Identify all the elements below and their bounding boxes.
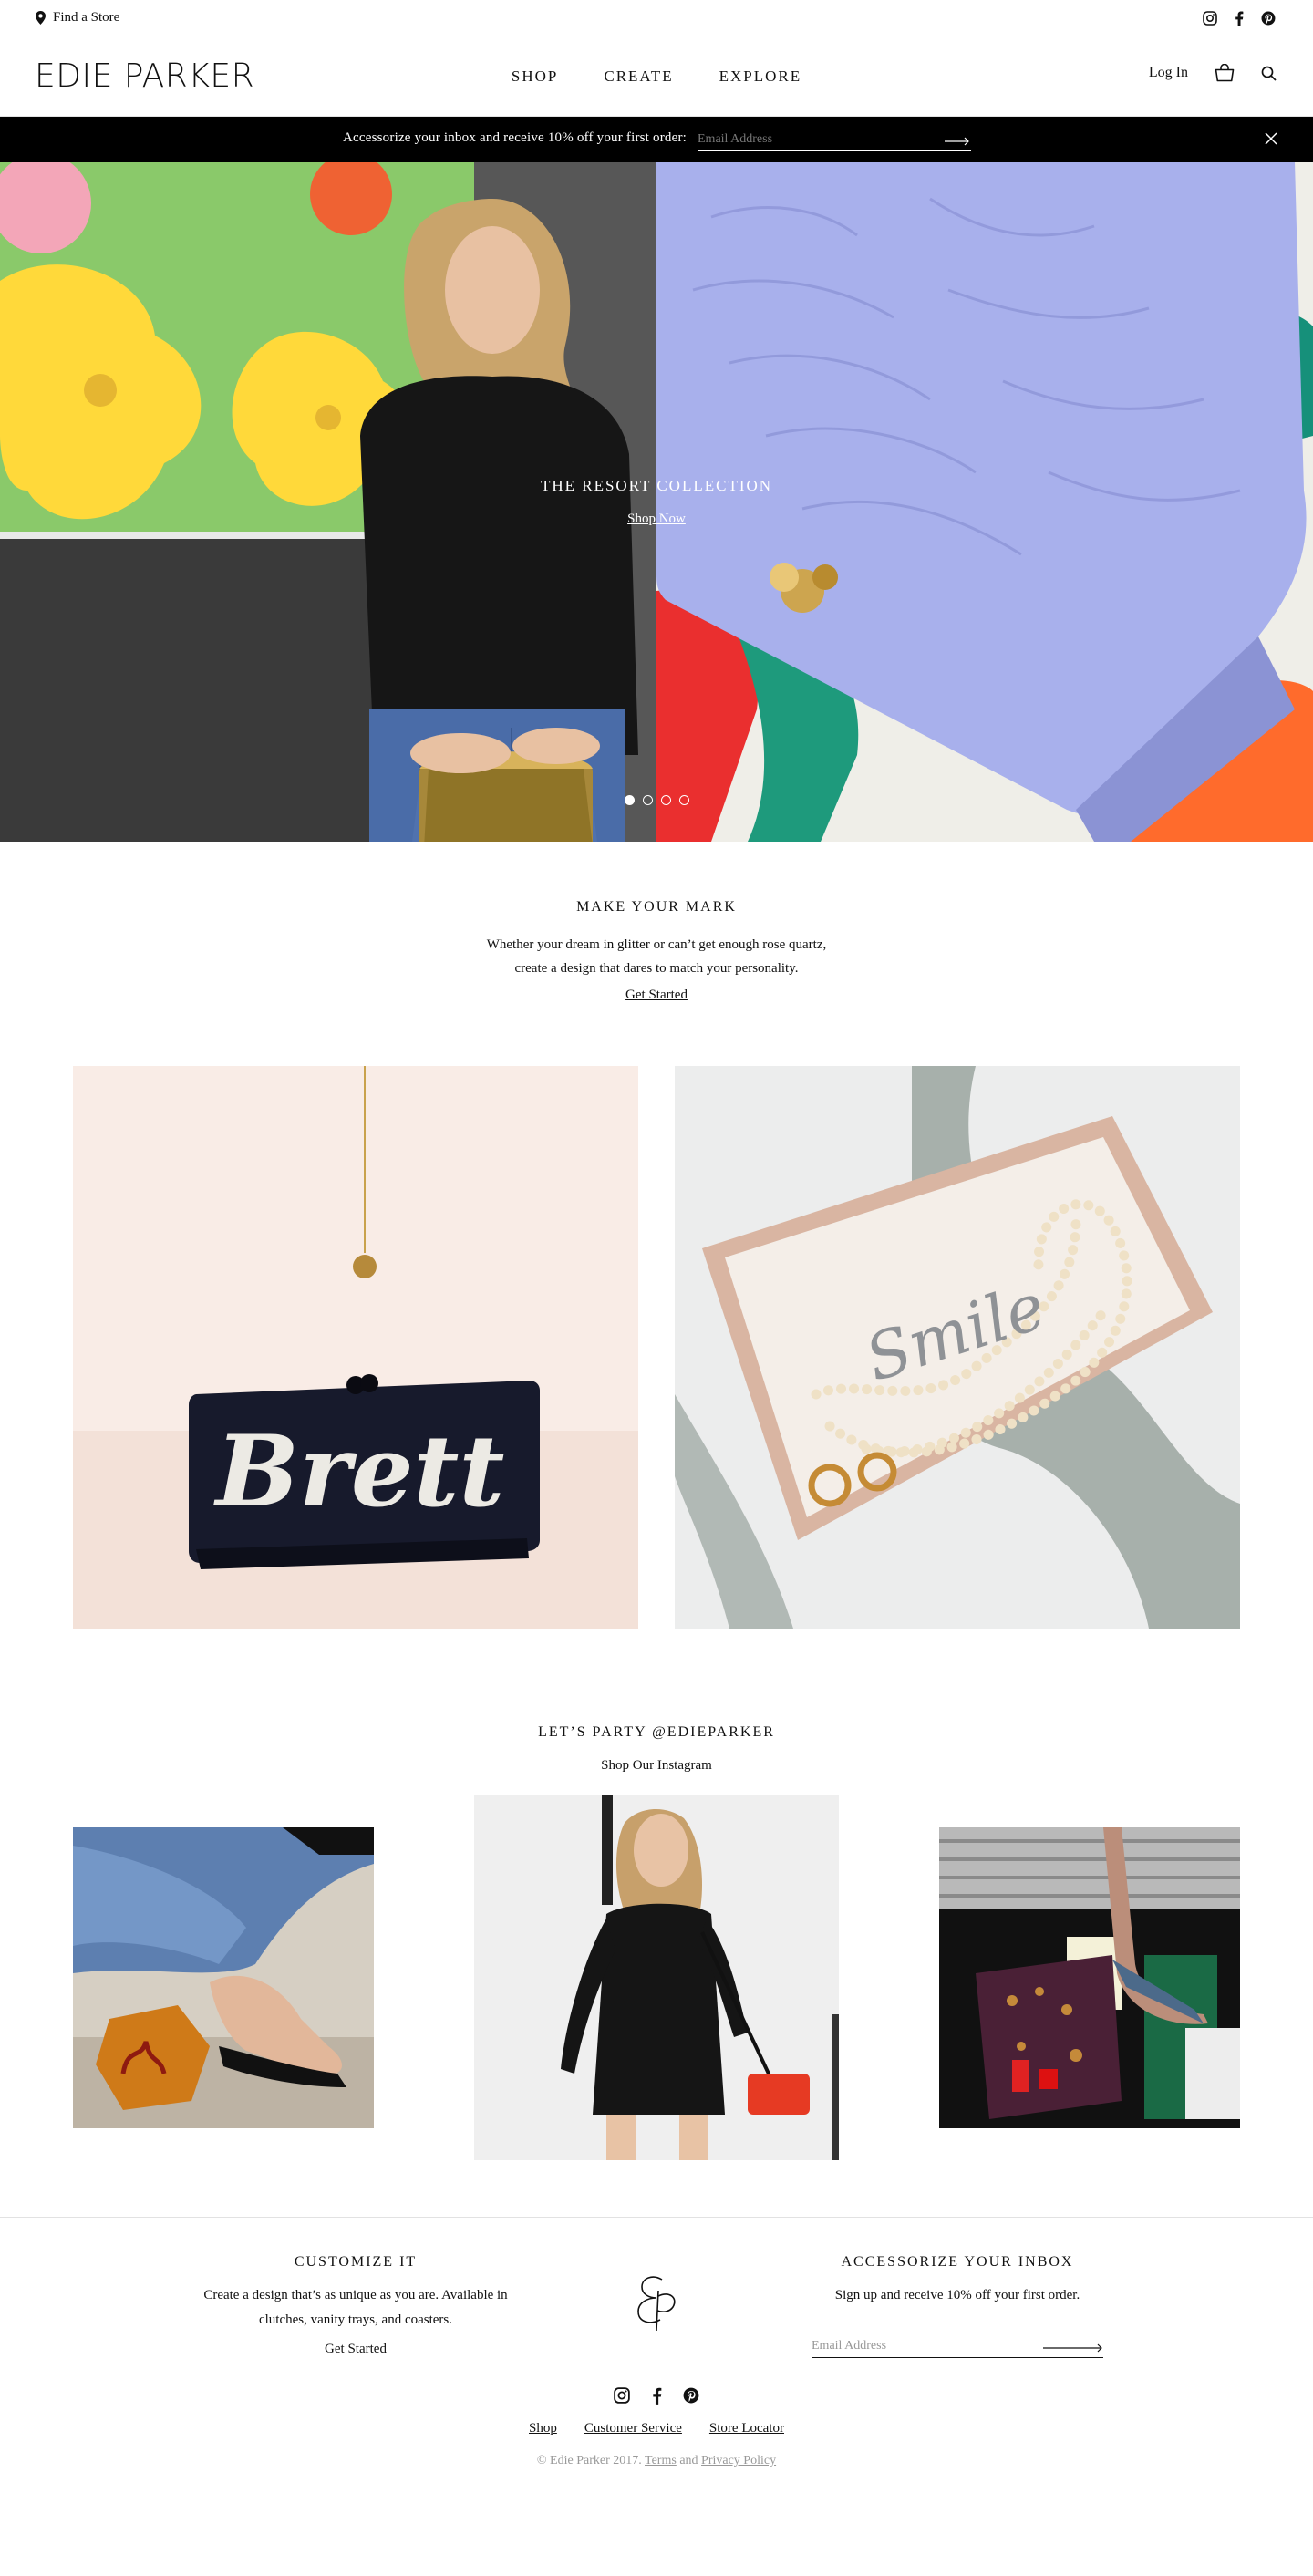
- footer-link-store-locator[interactable]: Store Locator: [709, 2421, 784, 2436]
- instagram-post-2[interactable]: [474, 1795, 839, 2160]
- make-your-mark-section: MAKE YOUR MARK Whether your dream in gli…: [0, 842, 1313, 1066]
- find-store-link[interactable]: Find a Store: [36, 10, 119, 26]
- ep-monogram-logo: [637, 2276, 676, 2332]
- instagram-subtitle[interactable]: Shop Our Instagram: [0, 1758, 1313, 1774]
- bag-icon[interactable]: [1214, 64, 1235, 82]
- main-nav: SHOP CREATE EXPLORE: [0, 67, 1313, 86]
- site-footer: CUSTOMIZE IT Create a design that’s as u…: [0, 2217, 1313, 2541]
- carousel-dot-4[interactable]: [679, 795, 689, 805]
- footer-social-links: [0, 2386, 1313, 2405]
- instagram-icon[interactable]: [613, 2386, 631, 2405]
- custom-product-grid: Brett Smile: [0, 1066, 1313, 1633]
- pinterest-icon[interactable]: [682, 2386, 700, 2405]
- carousel-dot-2[interactable]: [643, 795, 653, 805]
- hero-caption: THE RESORT COLLECTION Shop Now: [0, 477, 1313, 527]
- footer-customize-title: CUSTOMIZE IT: [294, 2254, 418, 2270]
- footer-customize-line-2: clutches, vanity trays, and coasters.: [258, 2312, 452, 2327]
- product-image-smile-vanity-tray[interactable]: Smile: [675, 1066, 1240, 1629]
- facebook-icon[interactable]: [647, 2386, 666, 2405]
- make-your-mark-body: Whether your dream in glitter or can’t g…: [0, 933, 1313, 980]
- facebook-icon[interactable]: [1231, 10, 1247, 26]
- make-your-mark-line-2: create a design that dares to match your…: [514, 961, 799, 976]
- footer-customize-block: CUSTOMIZE IT Create a design that’s as u…: [182, 2254, 529, 2357]
- carousel-dot-1[interactable]: [625, 795, 635, 805]
- header-actions: Log In: [1149, 64, 1277, 82]
- privacy-policy-link[interactable]: Privacy Policy: [701, 2454, 776, 2467]
- location-pin-icon: [36, 11, 46, 25]
- hero-title: THE RESORT COLLECTION: [540, 477, 773, 494]
- footer-get-started-link[interactable]: Get Started: [325, 2342, 387, 2357]
- banner-close-icon[interactable]: [1264, 131, 1278, 150]
- instagram-title: LET’S PARTY @EDIEPARKER: [538, 1724, 775, 1740]
- footer-copyright: © Edie Parker 2017. Terms and Privacy Po…: [0, 2454, 1313, 2468]
- footer-submit-arrow-icon[interactable]: [1043, 2341, 1103, 2357]
- hero-carousel: THE RESORT COLLECTION Shop Now: [0, 162, 1313, 842]
- banner-submit-arrow-icon[interactable]: [945, 134, 970, 150]
- search-icon[interactable]: [1261, 66, 1277, 81]
- terms-link[interactable]: Terms: [645, 2454, 677, 2467]
- instagram-post-1[interactable]: [73, 1827, 374, 2128]
- footer-newsletter-body: Sign up and receive 10% off your first o…: [834, 2288, 1080, 2302]
- footer-newsletter-block: ACCESSORIZE YOUR INBOX Sign up and recei…: [793, 2254, 1122, 2308]
- find-store-label: Find a Store: [53, 10, 120, 25]
- footer-link-customer-service[interactable]: Customer Service: [584, 2421, 682, 2436]
- footer-customize-body: Create a design that’s as unique as you …: [182, 2283, 529, 2333]
- utility-bar: Find a Store: [0, 0, 1313, 36]
- nav-create[interactable]: CREATE: [604, 67, 673, 86]
- make-your-mark-title: MAKE YOUR MARK: [576, 899, 737, 915]
- make-your-mark-get-started-link[interactable]: Get Started: [625, 988, 688, 1002]
- carousel-dots: [625, 795, 689, 805]
- product-image-brett-clutch[interactable]: Brett: [73, 1066, 638, 1629]
- email-signup-banner: Accessorize your inbox and receive 10% o…: [0, 117, 1313, 162]
- banner-email-input[interactable]: [698, 128, 971, 151]
- social-links-top: [1202, 10, 1277, 26]
- make-your-mark-cta: Get Started: [0, 988, 1313, 1003]
- footer-customize-line-1: Create a design that’s as unique as you …: [203, 2288, 508, 2302]
- make-your-mark-line-1: Whether your dream in glitter or can’t g…: [486, 937, 827, 952]
- carousel-dot-3[interactable]: [661, 795, 671, 805]
- copyright-text: © Edie Parker 2017.: [536, 2454, 642, 2467]
- brett-clutch-script-text: Brett: [213, 1414, 505, 1529]
- login-link[interactable]: Log In: [1149, 65, 1188, 81]
- nav-explore[interactable]: EXPLORE: [719, 67, 802, 86]
- footer-nav-links: Shop Customer Service Store Locator: [0, 2421, 1313, 2436]
- pinterest-icon[interactable]: [1260, 10, 1277, 26]
- instagram-icon[interactable]: [1202, 10, 1218, 26]
- copyright-and: and: [679, 2454, 698, 2467]
- instagram-section: LET’S PARTY @EDIEPARKER Shop Our Instagr…: [0, 1633, 1313, 2217]
- instagram-post-3[interactable]: [939, 1827, 1240, 2128]
- footer-newsletter-title: ACCESSORIZE YOUR INBOX: [841, 2254, 1074, 2270]
- main-header: EDIE PARKER SHOP CREATE EXPLORE Log In: [0, 36, 1313, 117]
- hero-shop-now-link[interactable]: Shop Now: [627, 512, 686, 527]
- footer-link-shop[interactable]: Shop: [529, 2421, 557, 2436]
- banner-message: Accessorize your inbox and receive 10% o…: [343, 130, 688, 145]
- nav-shop[interactable]: SHOP: [512, 67, 558, 86]
